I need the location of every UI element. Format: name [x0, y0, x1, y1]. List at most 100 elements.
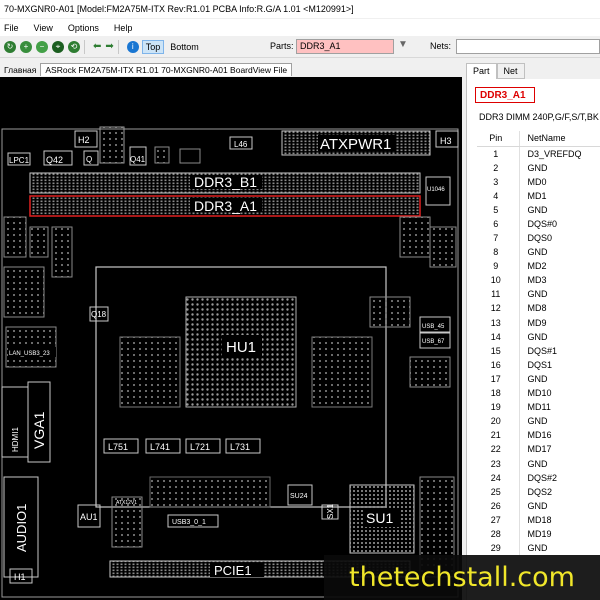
pin-number: 13 [477, 315, 520, 330]
left-component-1[interactable] [3, 216, 27, 258]
ddr3-a1-label: DDR3_A1 [194, 198, 257, 214]
small-ic-2[interactable] [179, 148, 201, 164]
table-row[interactable]: 24 DQS#2 [477, 470, 600, 485]
filter-icon[interactable]: ▼ [398, 39, 412, 54]
table-row[interactable]: 15 DQS#1 [477, 343, 600, 358]
right-component-1[interactable] [399, 216, 431, 258]
tab-part[interactable]: Part [466, 63, 497, 79]
right-component-4[interactable] [409, 356, 451, 388]
menu-file[interactable]: File [4, 23, 19, 33]
net-name: DQS#0 [527, 218, 558, 229]
net-name: GND [527, 543, 548, 554]
lan-usb3-23-label: LAN_USB3_23 [9, 351, 50, 357]
table-row[interactable]: 8 GND [477, 245, 600, 260]
col-netname-header[interactable]: NetName [519, 131, 600, 147]
rotate-icon[interactable]: ⟲ [68, 40, 80, 53]
top-side-button[interactable]: Top [141, 39, 165, 54]
window-title-bar: 70-MXGNR0-A01 [Model:FM2A75M-ITX Rev:R1.… [0, 0, 600, 18]
parts-search-input[interactable]: DDR3_A1 [296, 39, 394, 54]
zoom-out-icon[interactable]: − [36, 40, 48, 53]
table-row[interactable]: 22 MD17 [477, 442, 600, 457]
q-left-label: Q [86, 155, 92, 164]
pin-number: 15 [477, 343, 520, 358]
q42-label: Q42 [46, 155, 63, 165]
zoom-fit-icon[interactable]: ⌖ [52, 40, 64, 53]
table-row[interactable]: 5 GND [477, 202, 600, 217]
menu-view[interactable]: View [34, 23, 53, 33]
table-row[interactable]: 11 GND [477, 287, 600, 302]
toolbar: ↻ + − ⌖ ⟲ ⬅ ➡ i Top Bottom Parts: DDR3_A… [0, 36, 600, 58]
boardview-canvas[interactable]: H2 LPC1 Q42 Q Q41 L46 ATXPWR1 H3 DDR3_B1… [0, 77, 462, 600]
table-row[interactable]: 16 DQS1 [477, 357, 600, 372]
pin-number: 25 [477, 484, 520, 499]
zoom-in-icon[interactable]: + [20, 40, 32, 53]
cpu-caps-left[interactable] [119, 336, 181, 408]
table-row[interactable]: 4 MD1 [477, 188, 600, 203]
table-row[interactable]: 27 MD18 [477, 512, 600, 527]
net-name: MD8 [527, 303, 547, 314]
h1-label: H1 [14, 572, 26, 582]
right-component-2[interactable] [429, 226, 457, 268]
bottom-side-button[interactable]: Bottom [167, 41, 202, 53]
left-component-4[interactable] [51, 226, 73, 278]
net-name: GND [527, 162, 548, 173]
table-row[interactable]: 13 MD9 [477, 315, 600, 330]
table-row[interactable]: 18 MD10 [477, 386, 600, 401]
table-row[interactable]: 20 GND [477, 414, 600, 429]
left-component-2[interactable] [29, 226, 49, 258]
pin-number: 14 [477, 329, 520, 344]
menu-options[interactable]: Options [68, 23, 99, 33]
table-row[interactable]: 6 DQS#0 [477, 216, 600, 231]
toolbar-separator [117, 39, 119, 54]
col-pin-header[interactable]: Pin [477, 131, 520, 147]
cpu-caps-right[interactable] [311, 336, 373, 408]
toolbar-separator [84, 39, 85, 54]
table-row[interactable]: 1 D3_VREFDQ [477, 146, 600, 161]
ddr3-b1-label: DDR3_B1 [194, 174, 257, 190]
table-row[interactable]: 17 GND [477, 371, 600, 386]
table-row[interactable]: 10 MD3 [477, 273, 600, 288]
parts-label: Parts: [270, 41, 294, 51]
table-row[interactable]: 12 MD8 [477, 301, 600, 316]
table-row[interactable]: 23 GND [477, 456, 600, 471]
net-name: GND [527, 331, 548, 342]
pin-number: 20 [477, 414, 520, 429]
connector-small[interactable] [99, 126, 125, 164]
nets-search-input[interactable] [456, 39, 600, 54]
menu-help[interactable]: Help [114, 23, 133, 33]
l741-label: L741 [150, 442, 170, 452]
tab-main[interactable]: Главная [0, 64, 40, 76]
table-row[interactable]: 7 DQS0 [477, 230, 600, 246]
tab-net[interactable]: Net [496, 63, 525, 79]
tab-boardview-file[interactable]: ASRock FM2A75M-ITX R1.01 70-MXGNR0-A01 B… [40, 63, 293, 76]
pin-number: 1 [477, 146, 520, 161]
info-icon[interactable]: i [126, 40, 139, 53]
arrow-right-icon[interactable]: ➡ [105, 41, 113, 52]
table-row[interactable]: 28 MD19 [477, 526, 600, 542]
table-row[interactable]: 25 DQS2 [477, 484, 600, 499]
left-component-3[interactable] [3, 266, 45, 318]
table-row[interactable]: 19 MD11 [477, 400, 600, 415]
refresh-icon[interactable]: ↻ [4, 40, 16, 53]
table-row[interactable]: 29 GND [477, 541, 600, 556]
table-row[interactable]: 14 GND [477, 329, 600, 344]
net-name: MD3 [527, 275, 547, 286]
sx1-label: SX1 [326, 503, 335, 519]
pin-number: 17 [477, 371, 520, 386]
board-drawing[interactable]: H2 LPC1 Q42 Q Q41 L46 ATXPWR1 H3 DDR3_B1… [0, 77, 462, 600]
middle-component-strip[interactable] [149, 476, 271, 508]
part-description: DDR3 DIMM 240P,G/F,S/T,BK [479, 112, 599, 122]
right-component-3[interactable] [369, 296, 411, 328]
table-row[interactable]: 2 GND [477, 160, 600, 175]
table-row[interactable]: 9 MD2 [477, 259, 600, 274]
usb3-0-1-label: USB3_0_1 [172, 519, 206, 526]
table-row[interactable]: 26 GND [477, 498, 600, 513]
arrow-left-icon[interactable]: ⬅ [93, 41, 101, 52]
right-panel: Part Net DDR3_A1 DDR3 DIMM 240P,G/F,S/T,… [466, 60, 600, 600]
table-row[interactable]: 3 MD0 [477, 174, 600, 189]
pin-number: 9 [477, 259, 520, 274]
table-row[interactable]: 21 MD16 [477, 428, 600, 443]
small-ic[interactable] [154, 146, 170, 164]
pin-number: 10 [477, 273, 520, 288]
l721-label: L721 [190, 442, 210, 452]
